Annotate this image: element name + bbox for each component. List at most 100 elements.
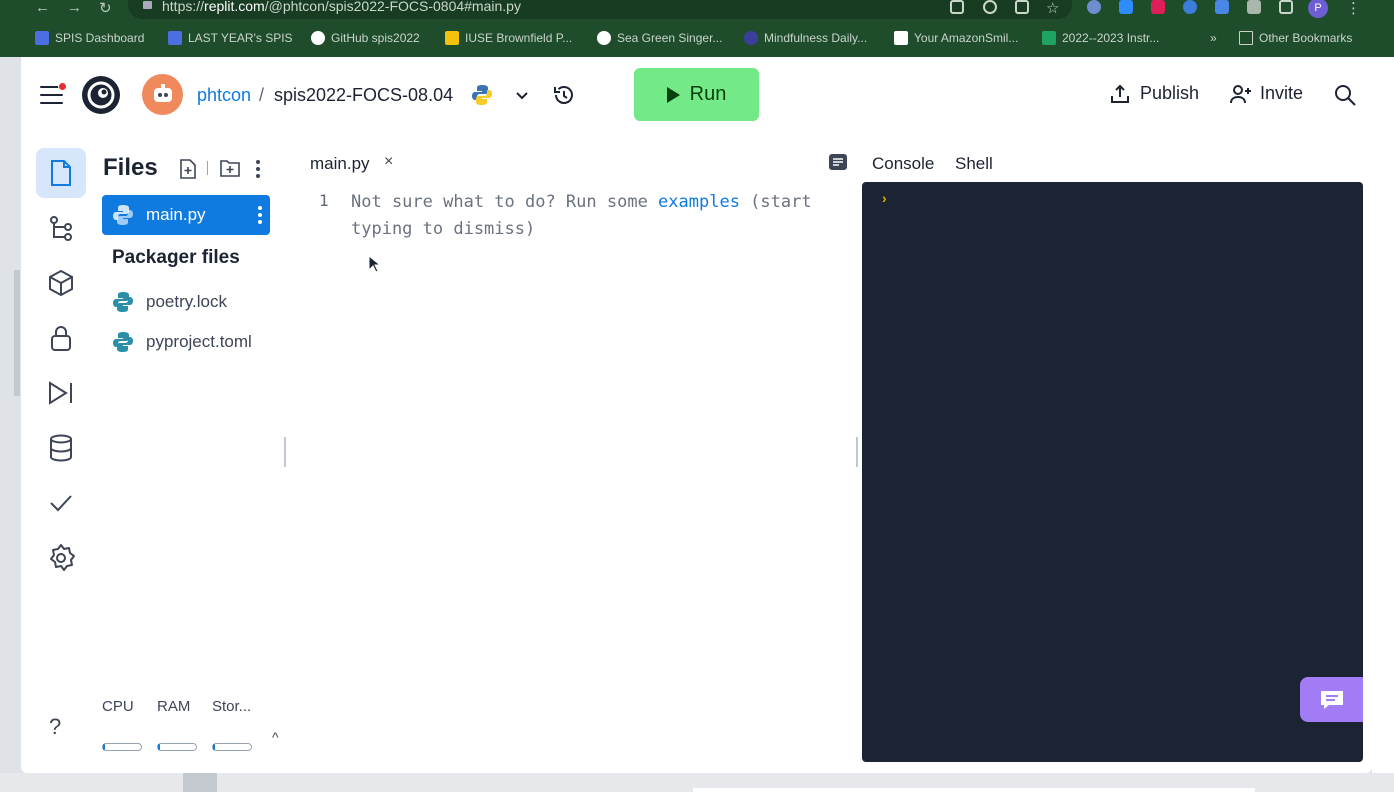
zoom-extension-icon[interactable] bbox=[1119, 0, 1133, 14]
notes-icon[interactable] bbox=[828, 153, 848, 171]
files-tool-button[interactable] bbox=[36, 148, 86, 198]
version-control-tool-button[interactable] bbox=[36, 203, 86, 253]
help-icon[interactable]: ? bbox=[49, 714, 61, 740]
new-file-icon[interactable] bbox=[179, 159, 197, 179]
lock-icon bbox=[51, 326, 71, 351]
profile-avatar[interactable]: P bbox=[1308, 0, 1328, 18]
history-icon[interactable] bbox=[552, 83, 576, 107]
bookmarks-overflow[interactable]: » bbox=[1210, 31, 1217, 45]
database-tool-button[interactable] bbox=[36, 423, 86, 473]
file-item-label: poetry.lock bbox=[146, 292, 227, 311]
reload-icon[interactable]: ↻ bbox=[99, 0, 112, 17]
new-folder-icon[interactable] bbox=[220, 159, 240, 177]
mouse-cursor-icon bbox=[368, 255, 380, 273]
git-branch-icon bbox=[50, 216, 72, 241]
meter-fill bbox=[158, 744, 161, 750]
invite-button[interactable]: Invite bbox=[1230, 83, 1303, 104]
user-avatar[interactable] bbox=[142, 74, 183, 115]
gear-icon bbox=[50, 544, 75, 571]
zoom-icon[interactable] bbox=[983, 0, 997, 14]
bookmark-item[interactable]: Your AmazonSmil... bbox=[894, 31, 1018, 45]
console-prompt: › bbox=[882, 190, 887, 206]
python-file-icon bbox=[113, 332, 133, 352]
file-item-poetry-lock[interactable]: poetry.lock bbox=[102, 282, 270, 322]
file-item-pyproject-toml[interactable]: pyproject.toml bbox=[102, 322, 270, 362]
star-icon[interactable]: ☆ bbox=[1046, 0, 1059, 17]
file-options-icon[interactable] bbox=[258, 206, 262, 227]
settings-tool-button[interactable] bbox=[36, 533, 86, 583]
database-icon bbox=[50, 434, 72, 462]
sidebar-icon[interactable] bbox=[1279, 0, 1293, 14]
cpu-meter bbox=[102, 743, 142, 751]
extension-icon[interactable] bbox=[1151, 0, 1165, 14]
tab-console[interactable]: Console bbox=[872, 154, 934, 174]
publish-label: Publish bbox=[1140, 83, 1200, 103]
add-user-icon bbox=[1230, 84, 1251, 103]
close-tab-icon[interactable]: × bbox=[384, 153, 393, 171]
files-pane-title: Files bbox=[103, 154, 158, 181]
robot-avatar-icon bbox=[153, 83, 172, 102]
console-output[interactable]: › bbox=[862, 182, 1363, 762]
bookmarks-bar: SPIS Dashboard LAST YEAR's SPIS GitHub s… bbox=[0, 27, 1394, 51]
ram-meter bbox=[157, 743, 197, 751]
chevron-down-icon[interactable] bbox=[514, 87, 530, 103]
file-item-label: pyproject.toml bbox=[146, 332, 252, 351]
bookmark-item[interactable]: Sea Green Singer... bbox=[597, 31, 722, 45]
extension-icon[interactable] bbox=[1087, 0, 1101, 14]
file-item-main-py[interactable]: main.py bbox=[102, 195, 270, 235]
folder-icon bbox=[1239, 31, 1253, 45]
editor-tab-main-py[interactable]: main.py bbox=[310, 154, 370, 174]
bookmark-item[interactable]: IUSE Brownfield P... bbox=[445, 31, 572, 45]
install-icon[interactable] bbox=[950, 0, 964, 14]
forward-icon[interactable]: → bbox=[67, 0, 82, 16]
owner-username-link[interactable]: phtcon bbox=[197, 85, 251, 106]
share-icon[interactable] bbox=[1015, 0, 1029, 14]
secrets-tool-button[interactable] bbox=[36, 313, 86, 363]
python-language-icon[interactable] bbox=[471, 84, 493, 106]
python-file-icon bbox=[113, 292, 133, 312]
file-item-label: main.py bbox=[146, 205, 206, 224]
invite-label: Invite bbox=[1260, 83, 1304, 103]
unit-tests-tool-button[interactable] bbox=[36, 478, 86, 528]
debugger-tool-button[interactable] bbox=[36, 368, 86, 418]
browser-menu-icon[interactable]: ⋮ bbox=[1346, 0, 1361, 17]
bookmark-item[interactable]: 2022--2023 Instr... bbox=[1042, 31, 1159, 45]
expand-resources-icon[interactable]: ^ bbox=[272, 729, 279, 745]
replit-logo-icon[interactable] bbox=[81, 75, 121, 115]
run-button[interactable]: Run bbox=[634, 68, 759, 121]
kebab-menu-icon[interactable] bbox=[255, 159, 261, 179]
python-file-icon bbox=[113, 205, 133, 225]
package-cube-icon bbox=[49, 269, 73, 297]
code-editor[interactable]: main.py × 1 Not sure what to do? Run som… bbox=[286, 133, 857, 773]
other-bookmarks[interactable]: Other Bookmarks bbox=[1239, 31, 1352, 45]
docs-extension-icon[interactable] bbox=[1215, 0, 1229, 14]
chat-bubble-icon bbox=[1320, 690, 1343, 709]
header-divider bbox=[207, 161, 208, 175]
play-skip-icon bbox=[49, 381, 72, 405]
publish-button[interactable]: Publish bbox=[1110, 83, 1199, 104]
feedback-chat-button[interactable] bbox=[1300, 677, 1363, 722]
search-icon[interactable] bbox=[1333, 83, 1357, 107]
checkmark-icon bbox=[50, 495, 72, 512]
browser-toolbar: ← → ↻ https://replit.com/@phtcon/spis202… bbox=[0, 0, 1394, 22]
play-icon bbox=[666, 86, 680, 103]
packages-tool-button[interactable] bbox=[36, 258, 86, 308]
line-number: 1 bbox=[319, 191, 329, 210]
file-icon bbox=[51, 160, 71, 186]
ram-label: RAM bbox=[157, 698, 191, 715]
repl-name[interactable]: spis2022-FOCS-08.04 bbox=[274, 85, 453, 106]
storage-meter bbox=[212, 743, 252, 751]
workspace-header: phtcon / spis2022-FOCS-08.04 Run Publish bbox=[21, 57, 1372, 133]
bookmark-item[interactable]: Mindfulness Daily... bbox=[744, 31, 867, 45]
react-extension-icon[interactable] bbox=[1183, 0, 1197, 14]
examples-link[interactable]: examples bbox=[658, 192, 740, 212]
bookmark-item[interactable]: LAST YEAR's SPIS bbox=[168, 31, 293, 45]
run-button-label: Run bbox=[689, 83, 727, 105]
address-bar-url[interactable]: https://replit.com/@phtcon/spis2022-FOCS… bbox=[162, 0, 521, 14]
bookmark-item[interactable]: GitHub spis2022 bbox=[311, 31, 420, 45]
tab-shell[interactable]: Shell bbox=[955, 154, 993, 174]
back-icon[interactable]: ← bbox=[35, 0, 50, 16]
bookmark-item[interactable]: SPIS Dashboard bbox=[35, 31, 144, 45]
cpu-label: CPU bbox=[102, 698, 134, 715]
puzzle-icon[interactable] bbox=[1247, 0, 1261, 14]
